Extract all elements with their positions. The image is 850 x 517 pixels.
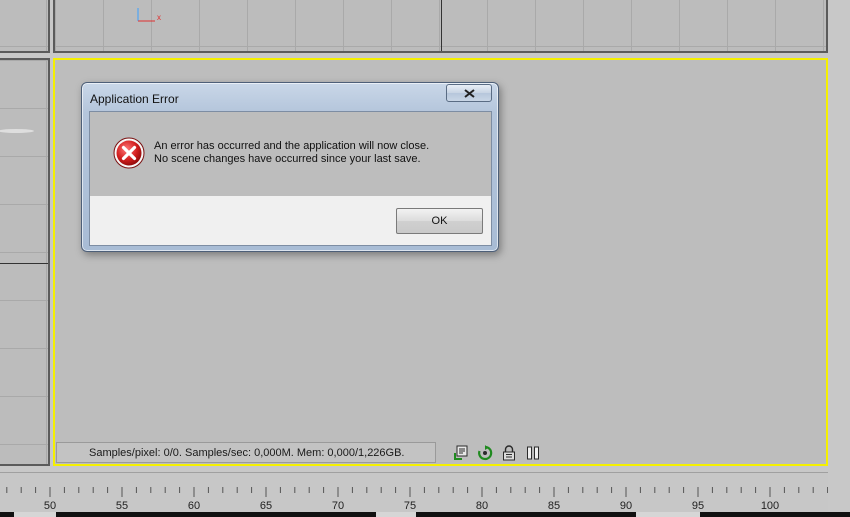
dialog-body: An error has occurred and the applicatio… xyxy=(89,111,492,246)
render-status-toolbar xyxy=(452,444,542,462)
timeline-ticks: 50 55 60 65 70 75 80 85 90 95 100 xyxy=(6,487,828,512)
timeline-label: 70 xyxy=(332,500,344,512)
timeline-label: 85 xyxy=(548,500,560,512)
error-message-line2: No scene changes have occurred since you… xyxy=(154,153,421,165)
axis-gizmo-icon: x xyxy=(137,8,161,22)
viewport-left[interactable] xyxy=(0,58,50,466)
viewport-divider xyxy=(441,0,442,51)
close-icon xyxy=(464,89,475,98)
timeline-label: 50 xyxy=(44,500,56,512)
viewport-top-right[interactable]: x xyxy=(53,0,828,53)
render-status-text: Samples/pixel: 0/0. Samples/sec: 0,000M.… xyxy=(56,442,436,463)
dialog-title: Application Error xyxy=(90,92,179,106)
ok-button[interactable]: OK xyxy=(396,208,483,234)
timeline-label: 80 xyxy=(476,500,488,512)
application-error-dialog: Application Error An error has occurred … xyxy=(81,82,499,252)
dialog-footer: OK xyxy=(90,196,491,245)
refresh-icon[interactable] xyxy=(476,444,494,462)
timeline-label: 65 xyxy=(260,500,272,512)
viewport-top-left[interactable] xyxy=(0,0,50,53)
dialog-content: An error has occurred and the applicatio… xyxy=(90,112,491,196)
timeline-label: 75 xyxy=(404,500,416,512)
right-panel-edge xyxy=(828,0,850,472)
timeline-ruler[interactable]: 50 55 60 65 70 75 80 85 90 95 100 xyxy=(0,472,828,517)
dialog-close-button[interactable] xyxy=(446,84,492,102)
timeline-label: 55 xyxy=(116,500,128,512)
timeline-label: 60 xyxy=(188,500,200,512)
lock-icon[interactable] xyxy=(500,444,518,462)
error-message-line1: An error has occurred and the applicatio… xyxy=(154,140,430,152)
timeline-label: 90 xyxy=(620,500,632,512)
error-x-icon xyxy=(113,137,145,169)
scene-object xyxy=(0,129,34,133)
viewport-divider xyxy=(0,263,48,264)
save-render-icon[interactable] xyxy=(452,444,470,462)
timeline-label: 95 xyxy=(692,500,704,512)
timeline-track xyxy=(0,512,850,517)
axis-x-label: x xyxy=(157,13,161,22)
pause-icon[interactable] xyxy=(524,444,542,462)
timeline-label: 100 xyxy=(761,500,779,512)
